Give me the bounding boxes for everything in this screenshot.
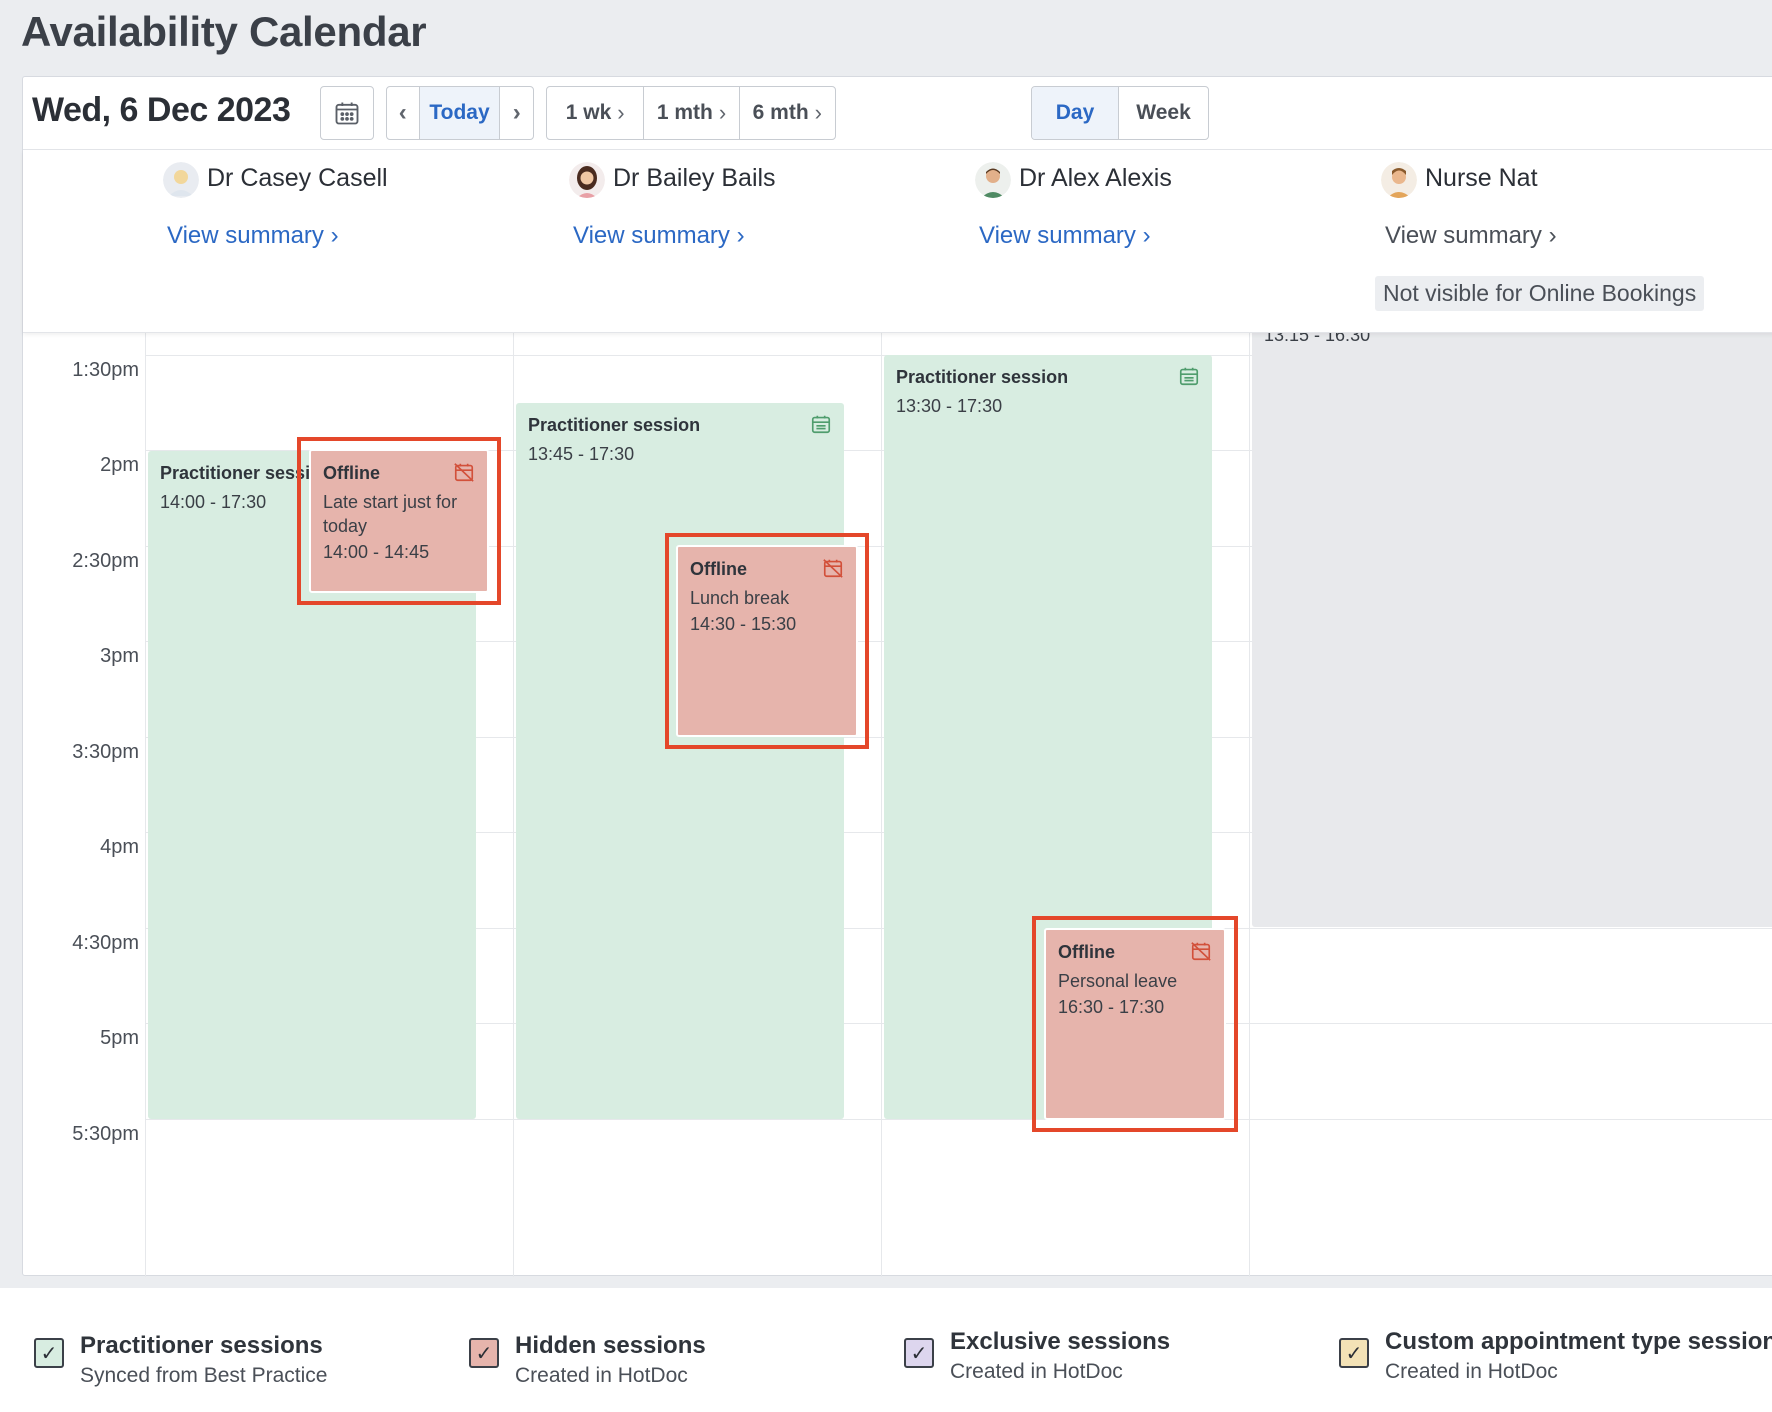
practitioner-name: Dr Casey Casell [207, 164, 388, 192]
time-label: 2pm [100, 454, 139, 476]
highlight-box [1032, 916, 1238, 1132]
session-time: 13:15 - 16:30 [1264, 333, 1371, 345]
page-title: Availability Calendar [21, 8, 427, 55]
view-week-button[interactable]: Week [1119, 87, 1208, 139]
prev-day-button[interactable]: ‹ [387, 87, 420, 139]
checkbox[interactable]: ✓ [469, 1338, 499, 1368]
legend-title: Practitioner sessions [80, 1332, 323, 1359]
session-title: Practitioner session [528, 415, 701, 435]
highlight-box [297, 437, 501, 605]
session-title: Practitioner session [896, 367, 1069, 387]
avatar [163, 162, 199, 198]
calendar-card: Wed, 6 Dec 2023 ‹ Today › 1 wk › 1 mth › 6… [22, 76, 1772, 1277]
next-day-button[interactable]: › [500, 87, 533, 139]
avatar [569, 162, 605, 198]
legend-title: Custom appointment type sessions [1385, 1328, 1772, 1355]
view-day-button[interactable]: Day [1032, 87, 1120, 139]
checkbox[interactable]: ✓ [1339, 1338, 1369, 1368]
legend: ✓ Practitioner sessions Synced from Best… [0, 1288, 1772, 1412]
session-time: 13:30 - 17:30 [896, 396, 1003, 416]
chevron-right-icon: › [718, 100, 727, 125]
view-summary-link[interactable]: View summary › [979, 222, 1151, 250]
current-date: Wed, 6 Dec 2023 [32, 91, 291, 129]
calendar-icon [1179, 367, 1199, 386]
chevron-right-icon: › [512, 99, 521, 126]
time-label: 5:30pm [72, 1123, 139, 1145]
legend-subtitle: Created in HotDoc [1385, 1360, 1558, 1383]
practitioner-name: Dr Bailey Bails [613, 164, 776, 192]
time-label: 1:30pm [72, 359, 139, 381]
not-visible-badge: Not visible for Online Bookings [1375, 276, 1705, 311]
view-summary-link[interactable]: View summary › [1385, 222, 1557, 250]
day-grid: 1:30pm 2pm 2:30pm 3pm 3:30pm 4pm 4:30pm … [23, 333, 1772, 1277]
practitioner-session[interactable]: Practitioner session 13:45 - 17:30 [516, 403, 844, 1119]
time-label: 4pm [100, 836, 139, 858]
today-button[interactable]: Today [419, 87, 501, 139]
range-1mth-button[interactable]: 1 mth › [644, 87, 740, 139]
practitioner-header: Dr Casey Casell View summary › Dr Bailey… [23, 150, 1772, 333]
legend-subtitle: Created in HotDoc [515, 1364, 688, 1387]
view-summary-link[interactable]: View summary › [167, 222, 339, 250]
avatar [975, 162, 1011, 198]
legend-title: Hidden sessions [515, 1332, 706, 1359]
calendar-toolbar: Wed, 6 Dec 2023 ‹ Today › 1 wk › 1 mth › 6… [23, 77, 1772, 150]
practitioner-session[interactable]: 13:15 - 16:30 [1252, 333, 1772, 927]
highlight-box [665, 533, 869, 749]
chevron-right-icon: › [617, 100, 625, 125]
legend-subtitle: Synced from Best Practice [80, 1364, 328, 1387]
view-summary-link[interactable]: View summary › [573, 222, 745, 250]
time-label: 5pm [100, 1027, 139, 1049]
range-group: 1 wk › 1 mth › 6 mth › [546, 86, 836, 140]
today-nav-group: ‹ Today › [386, 86, 534, 140]
time-label: 4:30pm [72, 932, 139, 954]
checkbox[interactable]: ✓ [34, 1338, 64, 1368]
calendar-icon [335, 102, 359, 125]
avatar [1381, 162, 1417, 198]
time-label: 3:30pm [72, 741, 139, 763]
range-6mth-button[interactable]: 6 mth › [740, 87, 835, 139]
legend-subtitle: Created in HotDoc [950, 1360, 1123, 1383]
checkbox[interactable]: ✓ [904, 1338, 934, 1368]
time-label: 3pm [100, 645, 139, 667]
calendar-icon [811, 415, 831, 434]
chevron-left-icon: ‹ [398, 99, 407, 126]
date-picker-button[interactable] [320, 86, 374, 140]
time-label: 2:30pm [72, 550, 139, 572]
practitioner-name: Dr Alex Alexis [1019, 164, 1172, 192]
practitioner-name: Nurse Nat [1425, 164, 1538, 192]
legend-title: Exclusive sessions [950, 1328, 1171, 1355]
session-time: 13:45 - 17:30 [528, 444, 635, 464]
chevron-right-icon: › [814, 100, 822, 125]
range-1wk-button[interactable]: 1 wk › [547, 87, 645, 139]
view-toggle: Day Week [1031, 86, 1209, 140]
